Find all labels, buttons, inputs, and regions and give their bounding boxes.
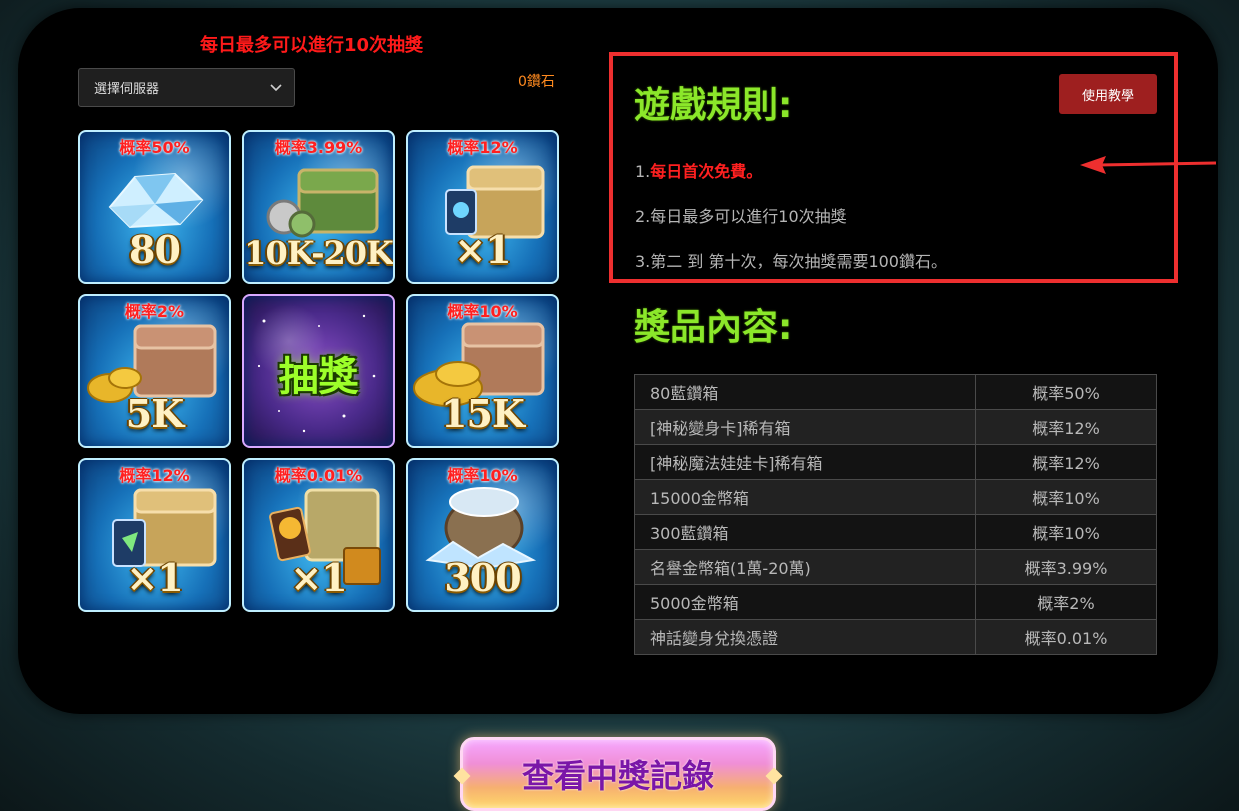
table-row: 80藍鑽箱 概率50% bbox=[634, 374, 1157, 410]
table-row: 300藍鑽箱 概率10% bbox=[634, 514, 1157, 550]
table-row: 名譽金幣箱(1萬-20萬) 概率3.99% bbox=[634, 549, 1157, 585]
tile-reward: 10K-20K bbox=[244, 234, 393, 272]
rule-item-2: 2.每日最多可以進行10次抽獎 bbox=[635, 207, 847, 226]
prize-grid: 概率50% 80 概率3.99% 10K-20K 概率12% ×1 概率2% 5… bbox=[78, 130, 559, 612]
tile-probability: 概率50% bbox=[119, 138, 190, 157]
prize-rate: 概率10% bbox=[975, 479, 1157, 515]
tile-probability: 概率12% bbox=[119, 466, 190, 485]
view-win-records-label: 查看中獎記錄 bbox=[521, 757, 714, 795]
draw-button[interactable]: 抽獎 bbox=[242, 294, 395, 448]
prize-rate: 概率2% bbox=[975, 584, 1157, 620]
prize-name: 80藍鑽箱 bbox=[634, 374, 976, 410]
button-ornament bbox=[453, 767, 471, 785]
prize-rate: 概率12% bbox=[975, 444, 1157, 480]
button-ornament bbox=[765, 767, 783, 785]
prize-name: [神秘變身卡]稀有箱 bbox=[634, 409, 976, 445]
tile-probability: 概率10% bbox=[447, 302, 518, 321]
table-row: [神秘魔法娃娃卡]稀有箱 概率12% bbox=[634, 444, 1157, 480]
prize-tile-honor-coin-chest: 概率3.99% 10K-20K bbox=[242, 130, 395, 284]
tile-reward: 80 bbox=[129, 227, 181, 272]
prize-name: 300藍鑽箱 bbox=[634, 514, 976, 550]
tile-reward: 15K bbox=[441, 391, 525, 436]
table-row: 15000金幣箱 概率10% bbox=[634, 479, 1157, 515]
tile-probability: 概率3.99% bbox=[274, 138, 363, 157]
server-select[interactable]: 選擇伺服器 bbox=[78, 68, 295, 107]
tile-probability: 概率12% bbox=[447, 138, 518, 157]
prize-name: [神秘魔法娃娃卡]稀有箱 bbox=[634, 444, 976, 480]
table-row: [神秘變身卡]稀有箱 概率12% bbox=[634, 409, 1157, 445]
prize-name: 神話變身兌換憑證 bbox=[634, 619, 976, 655]
rule-highlight-text: 每日首次免費。 bbox=[650, 162, 763, 181]
prize-table: 80藍鑽箱 概率50% [神秘變身卡]稀有箱 概率12% [神秘魔法娃娃卡]稀有箱概… bbox=[634, 374, 1157, 655]
view-win-records-button[interactable]: 查看中獎記錄 bbox=[453, 737, 783, 811]
tile-reward: ×1 bbox=[290, 555, 347, 600]
prize-rate: 概率0.01% bbox=[975, 619, 1157, 655]
prize-tile-mystery-transform-card: 概率12% ×1 bbox=[406, 130, 559, 284]
prize-tile-blue-diamond-80: 概率50% 80 bbox=[78, 130, 231, 284]
tile-reward: 5K bbox=[125, 391, 184, 436]
prize-rate: 概率10% bbox=[975, 514, 1157, 550]
prize-name: 名譽金幣箱(1萬-20萬) bbox=[634, 549, 976, 585]
rule-number: 1. bbox=[635, 162, 651, 181]
rule-item-3: 3.第二 到 第十次，每次抽獎需要100鑽石。 bbox=[635, 252, 947, 271]
server-select-value: 選擇伺服器 bbox=[94, 82, 160, 97]
prize-rate: 概率50% bbox=[975, 374, 1157, 410]
tile-probability: 概率10% bbox=[447, 466, 518, 485]
prize-tile-mystery-doll-card: 概率12% ×1 bbox=[78, 458, 231, 612]
tile-probability: 概率2% bbox=[124, 302, 185, 321]
prize-tile-15000-gold: 概率10% 15K bbox=[406, 294, 559, 448]
tutorial-button[interactable]: 使用教學 bbox=[1059, 74, 1157, 114]
prize-list-title: 獎品內容: bbox=[634, 307, 793, 348]
prize-tile-blue-diamond-300: 概率10% 300 bbox=[406, 458, 559, 612]
prize-name: 15000金幣箱 bbox=[634, 479, 976, 515]
draw-label: 抽獎 bbox=[278, 354, 359, 400]
table-row: 5000金幣箱 概率2% bbox=[634, 584, 1157, 620]
table-row: 神話變身兌換憑證 概率0.01% bbox=[634, 619, 1157, 655]
tile-reward: ×1 bbox=[126, 555, 183, 600]
prize-tile-5000-gold: 概率2% 5K bbox=[78, 294, 231, 448]
prize-tile-mythic-transform-voucher: 概率0.01% ×1 bbox=[242, 458, 395, 612]
rules-title: 遊戲規則: bbox=[634, 85, 793, 126]
tile-reward: ×1 bbox=[454, 227, 511, 272]
tile-probability: 概率0.01% bbox=[274, 466, 363, 485]
daily-limit-notice: 每日最多可以進行10次抽獎 bbox=[200, 35, 424, 56]
prize-name: 5000金幣箱 bbox=[634, 584, 976, 620]
diamond-balance: 0鑽石 bbox=[518, 74, 555, 90]
chevron-down-icon bbox=[270, 84, 282, 92]
tile-reward: 300 bbox=[444, 555, 521, 600]
prize-rate: 概率12% bbox=[975, 409, 1157, 445]
arrow-left-icon bbox=[1080, 156, 1217, 174]
prize-rate: 概率3.99% bbox=[975, 549, 1157, 585]
rule-item-1: 1.每日首次免費。 bbox=[635, 158, 762, 182]
